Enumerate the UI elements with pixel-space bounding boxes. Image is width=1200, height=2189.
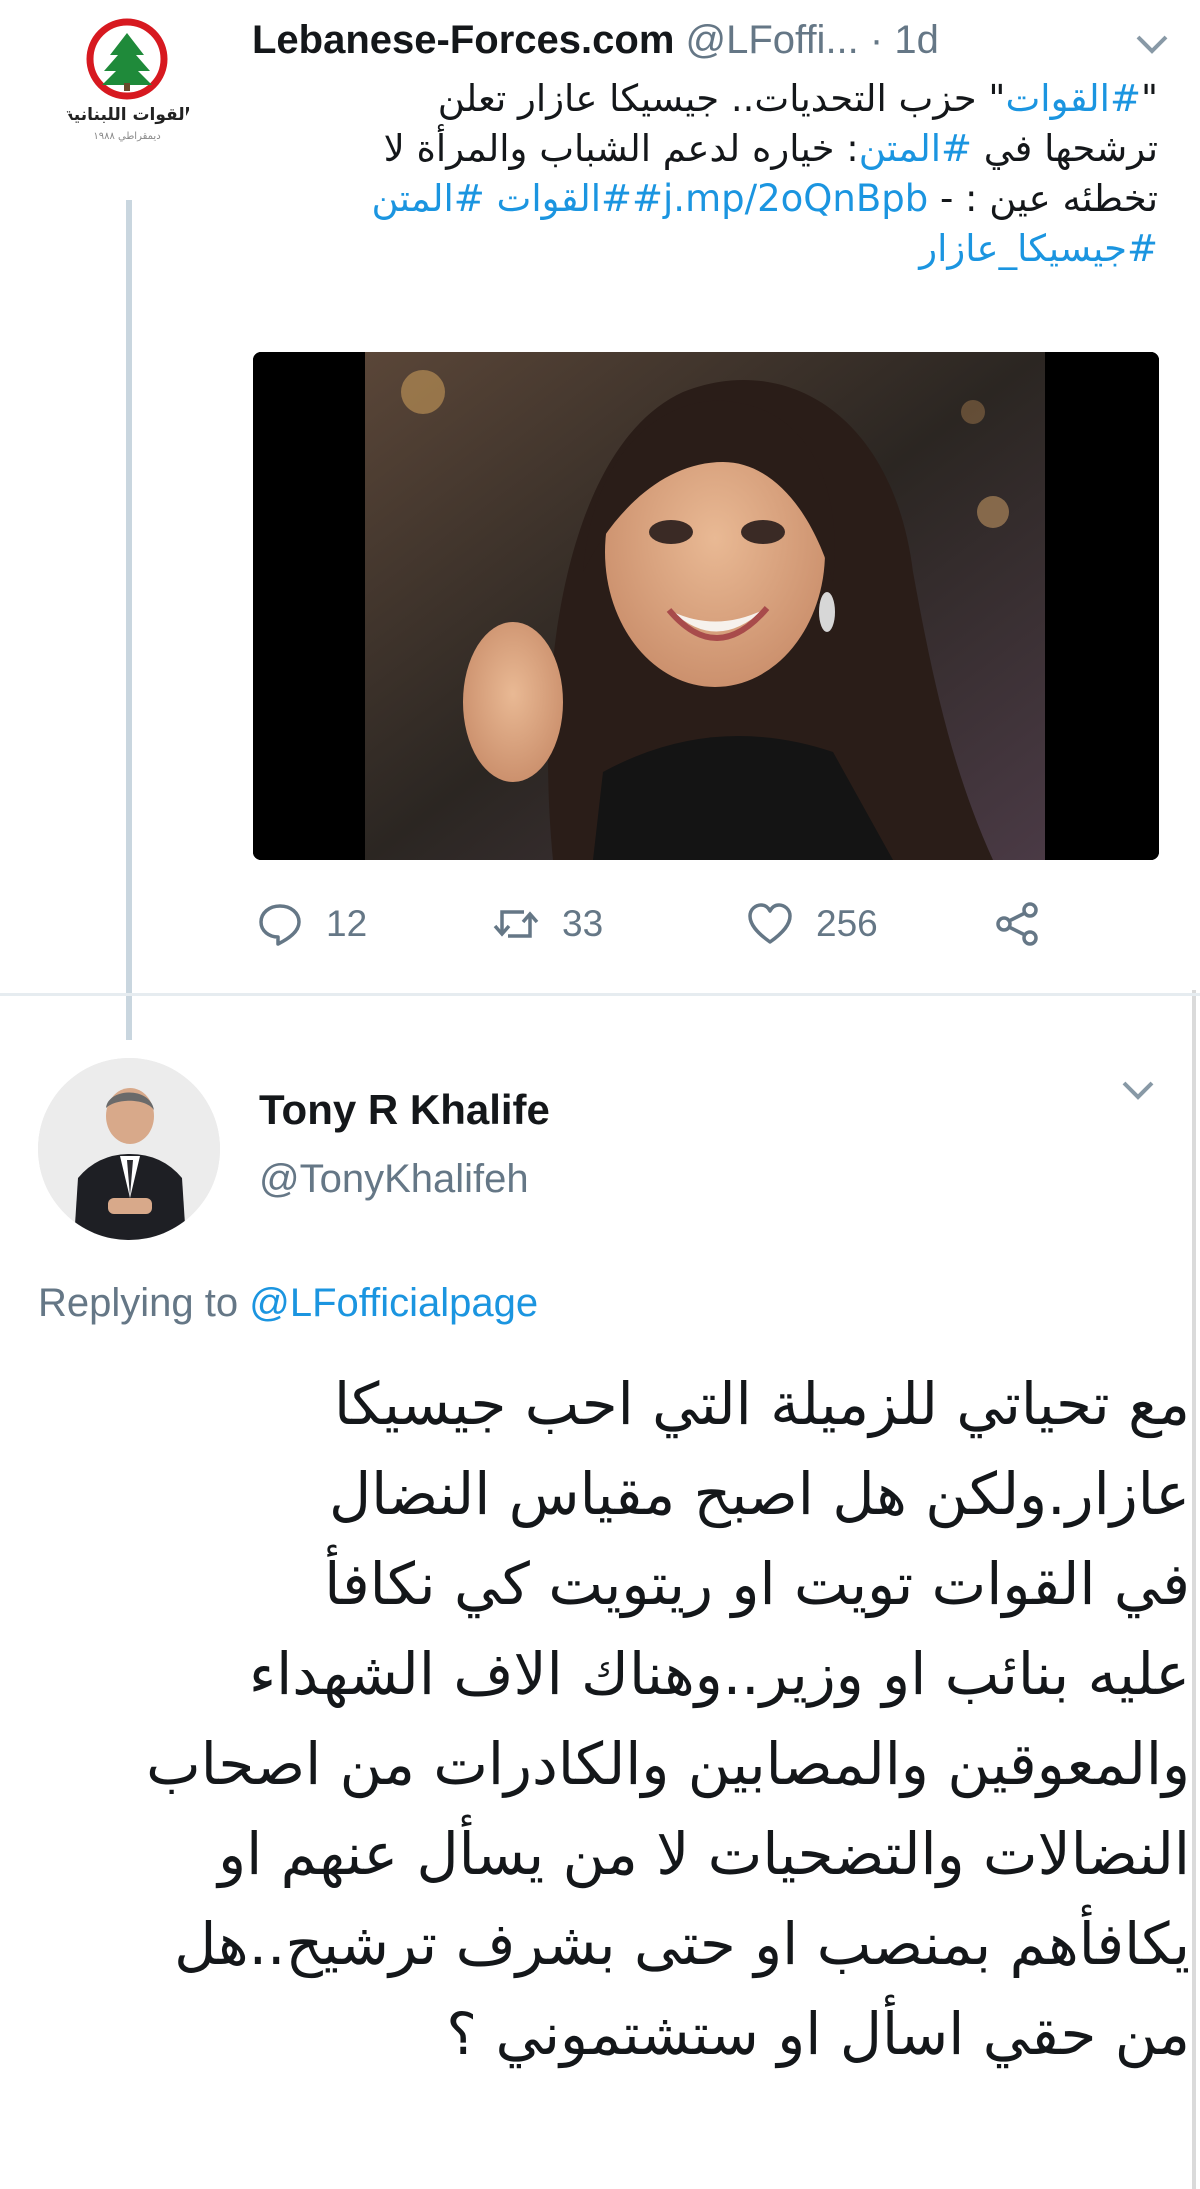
tweet1-time[interactable]: · 1d xyxy=(870,18,939,62)
tweet-divider xyxy=(0,993,1200,996)
retweet-count: 33 xyxy=(562,903,604,944)
hashtag-link[interactable]: # xyxy=(632,177,663,220)
logo-subtext: ديمقراطي ١٩٨٨ xyxy=(93,131,160,142)
tweet1-actions: 12 33 256 xyxy=(256,900,1156,960)
tweet2-line: عليه بنائب او وزير..وهناك الاف الشهداء xyxy=(248,1640,1190,1708)
replying-to: Replying to @LFofficialpage xyxy=(38,1281,538,1326)
tweet-text-segment: " حزب التحديات.. جيسيكا عازار تعلن xyxy=(437,77,1006,120)
hashtag-link[interactable]: j.mp/2oQnBpb xyxy=(663,177,928,220)
tweet-text-segment: : خياره لدعم الشباب والمرأة لا xyxy=(383,127,859,170)
tweet1-display-name[interactable]: Lebanese-Forces.com xyxy=(252,18,674,62)
tweet2-line: من حقي اسأل او ستشتموني ؟ xyxy=(446,2000,1190,2068)
like-count: 256 xyxy=(816,903,878,944)
thread-connector-line xyxy=(126,200,132,1040)
retweet-icon xyxy=(493,910,539,938)
tweet2-line: مع تحياتي للزميلة التي احب جيسيكا xyxy=(334,1370,1190,1438)
reply-icon xyxy=(259,904,301,946)
tweet2-line: في القوات تويت او ريتويت كي نكافأ xyxy=(324,1550,1190,1618)
chevron-down-icon[interactable] xyxy=(1120,1078,1156,1107)
tweet-text-segment: " xyxy=(1140,77,1158,120)
tweet2-line: يكافأهم بمنصب او حتى بشرف ترشيح..هل xyxy=(174,1910,1190,1978)
tweet1-line: تخطئه عين : - j.mp/2oQnBpb##القوات #المت… xyxy=(240,174,1158,224)
replying-prefix: Replying to xyxy=(38,1281,250,1325)
share-icon xyxy=(996,902,1038,946)
retweet-action[interactable]: 33 xyxy=(492,900,603,948)
reply-count: 12 xyxy=(326,903,368,944)
tweet2-text: مع تحياتي للزميلة التي احب جيسيكا عازار.و… xyxy=(30,1359,1190,2079)
tweet2-display-name[interactable]: Tony R Khalife xyxy=(259,1086,550,1134)
like-icon xyxy=(748,903,792,944)
tweet1-media-photo[interactable] xyxy=(253,352,1159,860)
share-action[interactable] xyxy=(994,900,1042,948)
logo-text: القوات اللبنانية xyxy=(64,105,191,125)
tweet2-line: النضالات والتضحيات لا من يسأل عنهم او xyxy=(218,1820,1190,1888)
tweet1-line: #جيسيكا_عازار xyxy=(240,224,1158,274)
tweet1-line: ترشحها في #المتن: خياره لدعم الشباب والم… xyxy=(240,124,1158,174)
tweet-text-segment: تخطئه عين : - xyxy=(928,177,1158,220)
profile-photo xyxy=(38,1058,220,1240)
tweet2-line: عازار.ولكن هل اصبح مقياس النضال xyxy=(328,1460,1190,1528)
tweet1-text: "#القوات" حزب التحديات.. جيسيكا عازار تع… xyxy=(240,74,1158,274)
tony-khalife-avatar[interactable] xyxy=(38,1058,220,1240)
tweet-text-segment: ترشحها في xyxy=(972,127,1158,170)
reply-action[interactable]: 12 xyxy=(256,900,367,948)
portrait-photo xyxy=(253,352,1159,860)
card-edge xyxy=(1192,990,1196,2189)
replying-to-handle-link[interactable]: @LFofficialpage xyxy=(249,1281,538,1325)
lebanese-forces-avatar[interactable]: القوات اللبنانية ديمقراطي ١٩٨٨ xyxy=(60,15,195,150)
tweet1-handle[interactable]: @LFoffi... xyxy=(686,18,859,62)
tweet2-handle[interactable]: @TonyKhalifeh xyxy=(259,1157,529,1202)
lebanese-forces-logo-icon: القوات اللبنانية ديمقراطي ١٩٨٨ xyxy=(64,18,191,142)
tweet1-line: "#القوات" حزب التحديات.. جيسيكا عازار تع… xyxy=(240,74,1158,124)
hashtag-link[interactable]: #المتن xyxy=(859,127,972,170)
like-action[interactable]: 256 xyxy=(746,900,878,948)
hashtag-link[interactable]: #القوات xyxy=(1005,77,1141,120)
tweet1-header: Lebanese-Forces.com @LFoffi... · 1d xyxy=(252,18,1170,78)
hashtag-link[interactable]: #جيسيكا_عازار xyxy=(919,227,1158,270)
tweet2-line: والمعوقين والمصابين والكادرات من اصحاب xyxy=(146,1730,1190,1798)
chevron-down-icon[interactable] xyxy=(1134,26,1170,65)
hashtag-link[interactable]: #القوات #المتن xyxy=(371,177,632,220)
